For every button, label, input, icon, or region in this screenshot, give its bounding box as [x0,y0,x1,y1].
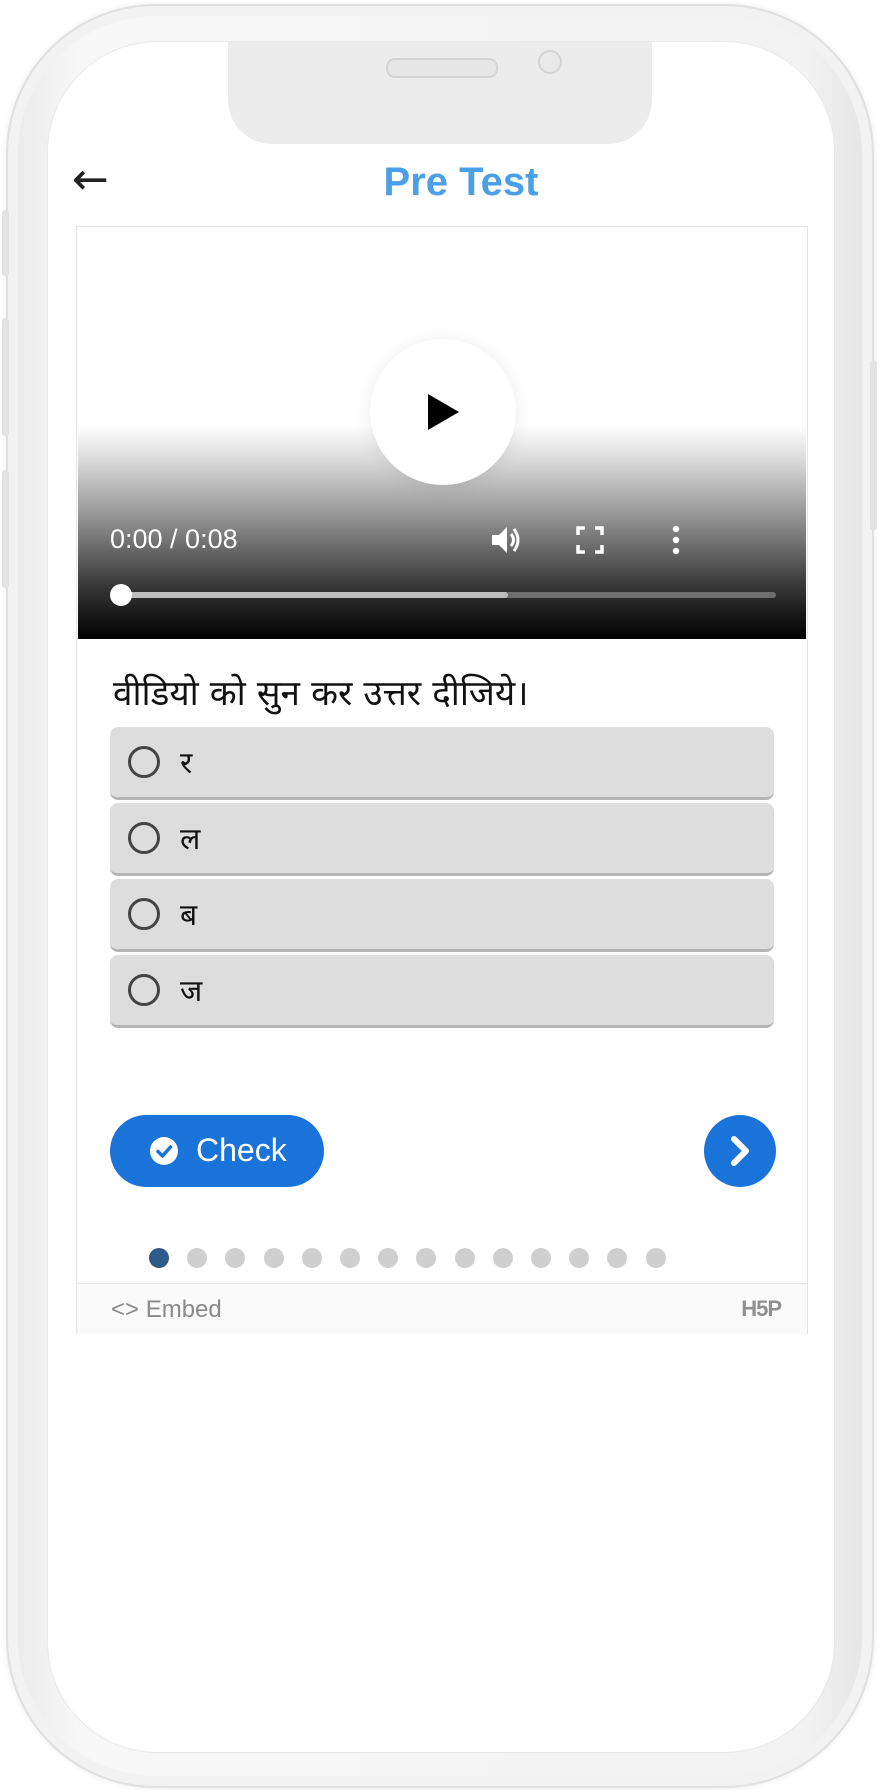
radio-button[interactable] [128,822,160,854]
checkmark-circle-icon [150,1137,178,1165]
radio-button[interactable] [128,898,160,930]
answer-option-label: ब [180,898,198,933]
pagination-dot[interactable] [301,1248,322,1268]
h5p-content-card: 0:00 / 0:08 वीडियो को सुन कर उत्तर दीजिय… [76,226,808,1334]
phone-screen: ← Pre Test 0:00 / 0:08 वीडियो को सुन कर … [48,42,834,1752]
radio-button[interactable] [128,746,160,778]
pagination-dot[interactable] [645,1248,666,1268]
phone-side-button-volume-down [2,470,9,588]
phone-notch [228,42,652,144]
pagination-dot[interactable] [263,1248,284,1268]
video-buffer-bar [122,592,508,598]
speaker-grille [386,58,498,78]
pagination-dot[interactable] [416,1248,437,1268]
play-button[interactable] [370,339,516,485]
embed-code-icon: <> [111,1296,140,1323]
video-scrubber-handle[interactable] [110,584,132,606]
embed-link[interactable]: <> Embed [111,1296,222,1324]
check-button-label: Check [196,1132,287,1168]
pagination-dot[interactable] [225,1248,246,1268]
answer-option-3[interactable]: ब [110,879,774,952]
app-header: ← Pre Test [48,142,834,222]
front-camera [538,50,562,74]
fullscreen-icon-glyph [576,526,604,554]
answer-option-1[interactable]: र [110,727,774,800]
more-options-icon[interactable] [658,522,694,558]
fullscreen-icon[interactable] [572,522,608,558]
more-options-icon-glyph [672,525,680,555]
pagination-dot[interactable] [149,1248,169,1268]
phone-side-button-volume-up [2,318,9,436]
pagination-dot[interactable] [340,1248,360,1268]
play-icon [428,394,459,430]
question-text: वीडियो को सुन कर उत्तर दीजिये। [113,674,529,714]
pagination-dot[interactable] [492,1248,513,1268]
h5p-footer: <> Embed H5P [77,1283,807,1334]
pagination-dot[interactable] [378,1248,399,1268]
answer-option-label: र [180,746,193,781]
answer-option-label: ज [180,974,203,1009]
answer-option-2[interactable]: ल [110,803,774,876]
phone-side-button-mute [2,210,9,276]
pagination-dot[interactable] [569,1248,590,1268]
pagination-dot[interactable] [187,1248,208,1268]
phone-side-button-power [870,360,877,530]
radio-button[interactable] [128,974,160,1006]
pagination-dot[interactable] [607,1248,628,1268]
check-button[interactable]: Check [110,1115,324,1187]
answer-option-4[interactable]: ज [110,955,774,1028]
volume-icon[interactable] [488,522,524,558]
video-progress-bar[interactable] [110,584,776,606]
answer-option-label: ल [180,822,201,857]
pagination-dot[interactable] [454,1248,475,1268]
next-button[interactable] [704,1115,776,1187]
embed-label: Embed [145,1296,222,1323]
page-title: Pre Test [383,160,539,204]
pagination-dot[interactable] [531,1248,551,1268]
h5p-logo: H5P [741,1296,782,1321]
video-time-display: 0:00 / 0:08 [110,524,238,554]
chevron-right-icon [731,1136,749,1166]
volume-icon-glyph [492,527,520,553]
video-player[interactable]: 0:00 / 0:08 [78,228,806,639]
